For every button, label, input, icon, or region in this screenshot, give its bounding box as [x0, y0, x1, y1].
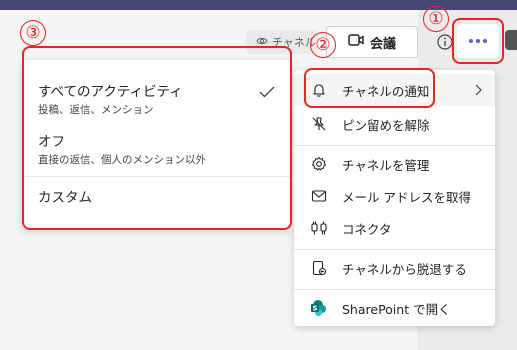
menu-item-label: SharePoint で開く — [342, 301, 451, 317]
callout-2-box — [304, 68, 435, 108]
menu-item-leave-channel[interactable]: チャネルから脱退する — [294, 252, 495, 284]
svg-text:S: S — [312, 305, 317, 313]
meet-button-label: 会議 — [369, 36, 396, 52]
callout-2-number: ② — [310, 32, 336, 58]
channel-context-menu: チャネルの通知 ピン留めを解除 チャネルを管理 メール アドレスを取得 コネクタ… — [294, 70, 495, 326]
callout-1-box — [452, 18, 504, 64]
menu-item-unpin[interactable]: ピン留めを解除 — [294, 108, 495, 140]
menu-divider — [294, 289, 495, 290]
menu-divider — [294, 249, 495, 250]
menu-item-label: チャネルを管理 — [342, 157, 430, 173]
leave-icon — [308, 260, 330, 276]
callout-1-number: ① — [423, 6, 449, 32]
menu-item-label: チャネルから脱退する — [342, 261, 467, 277]
menu-item-label: コネクタ — [342, 221, 392, 237]
side-icon — [505, 30, 517, 50]
menu-item-connectors[interactable]: コネクタ — [294, 212, 495, 244]
connector-icon — [308, 220, 330, 236]
chevron-right-icon — [473, 83, 483, 100]
menu-divider — [294, 145, 495, 146]
mail-icon — [308, 189, 330, 203]
callout-3-box — [22, 46, 292, 230]
sharepoint-icon: S — [308, 299, 330, 317]
menu-item-get-email[interactable]: メール アドレスを取得 — [294, 180, 495, 212]
callout-3-number: ③ — [20, 20, 46, 46]
video-camera-icon — [348, 33, 364, 51]
menu-item-label: メール アドレスを取得 — [342, 189, 471, 205]
menu-item-label: ピン留めを解除 — [342, 117, 430, 133]
gear-icon — [308, 156, 330, 172]
menu-item-manage-channel[interactable]: チャネルを管理 — [294, 148, 495, 180]
menu-item-open-in-sharepoint[interactable]: S SharePoint で開く — [294, 292, 495, 324]
meet-button[interactable]: 会議 — [326, 26, 418, 58]
unpin-icon — [308, 116, 330, 132]
